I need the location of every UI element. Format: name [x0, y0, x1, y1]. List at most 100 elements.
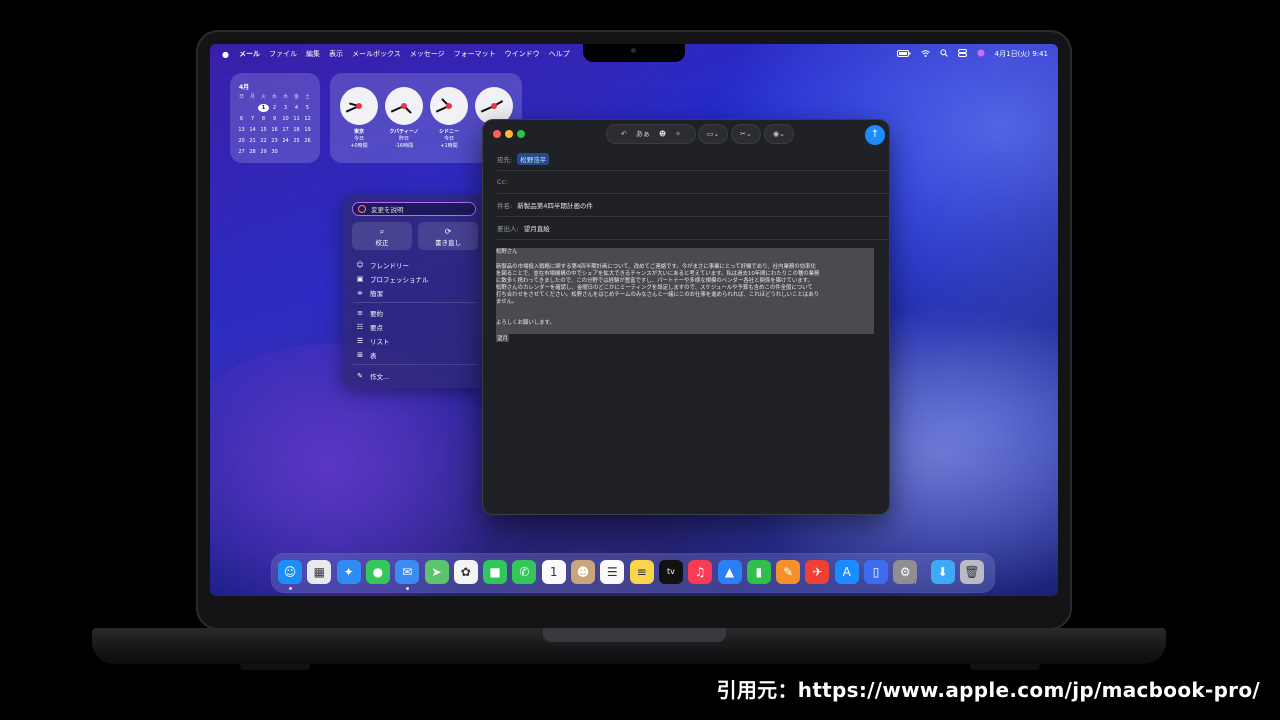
- calendar-day[interactable]: 1: [258, 104, 269, 112]
- finder-icon[interactable]: ☺: [278, 560, 302, 584]
- menu-item-file[interactable]: ファイル: [269, 49, 297, 59]
- format-table[interactable]: ⊞ 表: [355, 350, 377, 360]
- calendar-day[interactable]: 30: [269, 148, 280, 156]
- emoji-icon[interactable]: ☻: [659, 130, 666, 138]
- calendar-day[interactable]: 7: [247, 115, 258, 123]
- calendar-day[interactable]: 23: [269, 137, 280, 145]
- calendar-day[interactable]: 2: [269, 104, 280, 112]
- calendar-day[interactable]: 8: [258, 115, 269, 123]
- message-body-selection[interactable]: 松野さん 新製品の市場投入戦略に関する第4四半期計画について、改めてご連絡です。…: [496, 248, 874, 334]
- cc-field[interactable]: Cc:: [497, 171, 889, 194]
- keynote-icon[interactable]: ▲: [717, 560, 742, 584]
- wifi-icon[interactable]: [920, 49, 930, 59]
- recipient-chip[interactable]: 松野浩平: [517, 153, 550, 165]
- calendar-day[interactable]: 17: [280, 126, 291, 134]
- calendar-day[interactable]: 18: [291, 126, 302, 134]
- toolbar-group-attach[interactable]: ✂⌄: [732, 125, 760, 143]
- reminders-icon[interactable]: ☰: [600, 560, 625, 584]
- calendar-day[interactable]: 28: [247, 148, 258, 156]
- numbers-icon[interactable]: ▮: [746, 560, 771, 584]
- photos-icon[interactable]: ✿: [453, 560, 478, 584]
- messages-icon[interactable]: ●: [365, 560, 390, 584]
- format-summary[interactable]: ≡ 要約: [355, 308, 383, 318]
- tone-professional[interactable]: ▣ プロフェッショナル: [355, 274, 429, 284]
- compose-item[interactable]: ✎ 作文...: [355, 371, 389, 381]
- rewrite-button[interactable]: ⟳ 書き直し: [418, 222, 478, 250]
- format-key-points[interactable]: ☷ 要点: [355, 322, 383, 332]
- music-icon[interactable]: ♫: [688, 560, 713, 584]
- calendar-day[interactable]: 29: [258, 148, 269, 156]
- writing-tools-icon[interactable]: ✧: [675, 130, 681, 138]
- launchpad-icon[interactable]: ▦: [307, 560, 332, 584]
- reply-icon[interactable]: ↶: [621, 130, 627, 138]
- from-field[interactable]: 差出人: 望月直絵: [497, 217, 889, 240]
- menu-item-message[interactable]: メッセージ: [410, 49, 445, 59]
- tone-concise[interactable]: ≑ 簡潔: [355, 288, 383, 298]
- menu-item-view[interactable]: 表示: [329, 49, 343, 59]
- downloads-folder-icon[interactable]: ⬇: [930, 560, 955, 584]
- send-button[interactable]: ↑: [865, 125, 885, 145]
- subject-field[interactable]: 件名: 新製品第4四半期計画の件: [497, 194, 889, 217]
- notes-icon[interactable]: ≡: [629, 560, 654, 584]
- calendar-day[interactable]: 22: [258, 137, 269, 145]
- calendar-day[interactable]: 4: [291, 104, 302, 112]
- calendar-day[interactable]: 27: [236, 148, 247, 156]
- minimize-window-button[interactable]: [505, 130, 513, 138]
- facetime-icon[interactable]: ■: [483, 560, 508, 584]
- format-table-label: 表: [370, 352, 377, 360]
- apple-icon[interactable]: ●: [222, 50, 229, 59]
- proofread-button[interactable]: ⌕ 校正: [352, 222, 412, 250]
- calendar-day[interactable]: 5: [302, 104, 313, 112]
- calendar-day[interactable]: 21: [247, 137, 258, 145]
- system-settings-icon[interactable]: ⚙: [893, 560, 918, 584]
- safari-icon[interactable]: ✦: [336, 560, 361, 584]
- zoom-window-button[interactable]: [517, 130, 525, 138]
- calendar-day[interactable]: 24: [280, 137, 291, 145]
- menu-item-mail[interactable]: メール: [239, 49, 260, 59]
- control-center-icon[interactable]: [957, 49, 967, 59]
- menu-item-window[interactable]: ウインドウ: [505, 49, 540, 59]
- menu-item-edit[interactable]: 編集: [306, 49, 320, 59]
- calendar-day[interactable]: 19: [302, 126, 313, 134]
- launcher-icon[interactable]: ✈: [805, 560, 830, 584]
- calendar-day[interactable]: 6: [236, 115, 247, 123]
- to-field[interactable]: 宛先: 松野浩平: [497, 148, 889, 171]
- menu-item-help[interactable]: ヘルプ: [549, 49, 570, 59]
- calendar-day[interactable]: 16: [269, 126, 280, 134]
- pages-icon[interactable]: ✎: [776, 560, 801, 584]
- tv-icon[interactable]: tv: [658, 560, 683, 584]
- calendar-day[interactable]: 13: [236, 126, 247, 134]
- font-button[interactable]: あぁ: [636, 129, 650, 139]
- calendar-day[interactable]: 15: [258, 126, 269, 134]
- mail-icon[interactable]: ✉: [395, 560, 420, 584]
- toolbar-group-format[interactable]: ▭⌄: [699, 125, 727, 143]
- contacts-icon[interactable]: ☻: [571, 560, 595, 584]
- toolbar-group-photo[interactable]: ◉⌄: [765, 125, 793, 143]
- describe-change-input[interactable]: 変更を説明: [353, 203, 475, 215]
- iphone-mirroring-icon[interactable]: ▯: [864, 560, 888, 584]
- trash-icon[interactable]: 🗑: [959, 560, 984, 584]
- calendar-day[interactable]: 10: [280, 115, 291, 123]
- calendar-day[interactable]: 14: [247, 126, 258, 134]
- menu-item-format[interactable]: フォーマット: [454, 49, 496, 59]
- calendar-day[interactable]: 12: [302, 115, 313, 123]
- search-icon[interactable]: [940, 49, 948, 59]
- calendar-day[interactable]: 3: [280, 104, 291, 112]
- phone-icon[interactable]: ✆: [512, 560, 537, 584]
- tone-friendly[interactable]: ☺ フレンドリー: [355, 260, 409, 270]
- battery-icon[interactable]: [896, 49, 911, 59]
- calendar-day[interactable]: 20: [236, 137, 247, 145]
- calendar-day[interactable]: 25: [291, 137, 302, 145]
- maps-icon[interactable]: ➤: [424, 560, 449, 584]
- calendar-day[interactable]: 9: [269, 115, 280, 123]
- calendar-widget[interactable]: 4月 日月火水木金土 1 2 3 4 5 6 7 8 9 10 11 12 13 14 15 16 17 18 19 2…: [230, 73, 320, 163]
- calendar-day[interactable]: 26: [302, 137, 313, 145]
- format-list[interactable]: ☰ リスト: [355, 336, 390, 346]
- calendar-day[interactable]: 11: [291, 115, 302, 123]
- app-store-icon[interactable]: A: [834, 560, 859, 584]
- close-window-button[interactable]: [493, 130, 501, 138]
- calendar-icon[interactable]: 1: [541, 560, 566, 584]
- siri-icon[interactable]: [977, 49, 985, 59]
- menubar-datetime[interactable]: 4月1日(火) 9:41: [995, 49, 1048, 59]
- menu-item-mailbox[interactable]: メールボックス: [352, 49, 401, 59]
